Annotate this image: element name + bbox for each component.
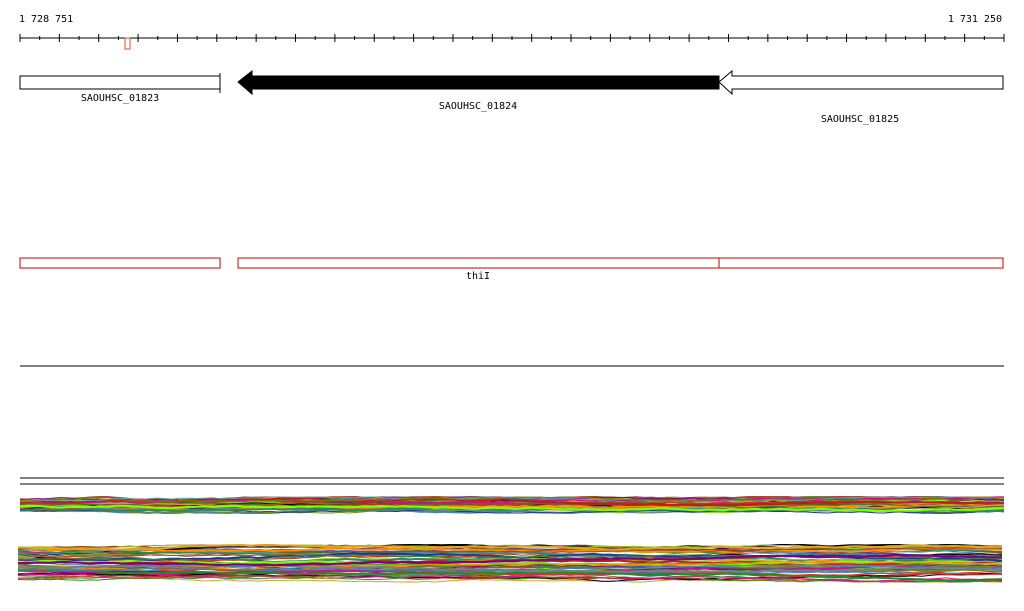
ruler (19, 34, 1005, 50)
gene-label: SAOUHSC_01824 (439, 101, 517, 112)
feature-label: thiI (466, 271, 490, 282)
gene-label: SAOUHSC_01825 (821, 114, 899, 125)
feature-track: thiI (19, 257, 1004, 282)
gene-track: SAOUHSC_01823 SAOUHSC_01824 SAOUHSC_0182… (19, 69, 1004, 125)
genome-browser-view: SAOUHSC_01823 SAOUHSC_01824 SAOUHSC_0182… (17, 34, 1005, 583)
feature-box[interactable] (19, 257, 221, 269)
feature-box[interactable] (718, 257, 1004, 269)
position-marker[interactable] (124, 37, 131, 50)
expression-tracks-lower (17, 543, 1003, 583)
expression-tracks-upper (19, 495, 1005, 515)
feature-box-thii[interactable] (237, 257, 720, 269)
gene-saouhsc-01825[interactable]: SAOUHSC_01825 (718, 69, 1004, 125)
gene-saouhsc-01824[interactable]: SAOUHSC_01824 (237, 69, 720, 112)
gene-saouhsc-01823[interactable]: SAOUHSC_01823 (19, 73, 221, 104)
gene-label: SAOUHSC_01823 (81, 93, 159, 104)
